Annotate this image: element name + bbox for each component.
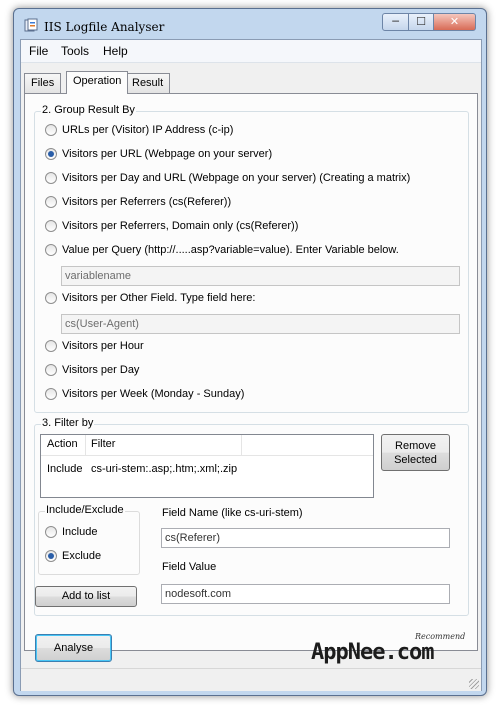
radio-label: Visitors per Other Field. Type field her… bbox=[62, 292, 256, 304]
radio-button-selected[interactable] bbox=[45, 148, 57, 160]
maximize-icon: ☐ bbox=[416, 15, 426, 28]
column-action[interactable]: Action bbox=[47, 438, 78, 450]
radio-label: Exclude bbox=[62, 550, 102, 562]
variable-input[interactable]: variablename bbox=[61, 266, 460, 286]
radio-button[interactable] bbox=[45, 526, 57, 538]
group-by-legend: 2. Group Result By bbox=[41, 104, 136, 116]
tab-files[interactable]: Files bbox=[24, 73, 62, 93]
operation-panel: 2. Group Result By URLs per (Visitor) IP… bbox=[24, 93, 478, 651]
column-divider bbox=[241, 435, 242, 455]
radio-label: Visitors per Hour bbox=[62, 340, 144, 352]
column-filter[interactable]: Filter bbox=[91, 438, 115, 450]
title-bar[interactable]: IIS Logfile Analyser ─ ☐ ✕ bbox=[14, 9, 486, 41]
group-by-section: 2. Group Result By URLs per (Visitor) IP… bbox=[34, 104, 469, 413]
include-exclude-legend: Include/Exclude bbox=[45, 504, 125, 516]
app-icon bbox=[24, 18, 38, 32]
minimize-button[interactable]: ─ bbox=[382, 13, 409, 31]
minimize-icon: ─ bbox=[392, 15, 399, 28]
close-button[interactable]: ✕ bbox=[433, 13, 476, 31]
filter-list[interactable]: Action Filter Include cs-uri-stem:.asp;.… bbox=[40, 434, 374, 498]
radio-button[interactable] bbox=[45, 196, 57, 208]
radio-button[interactable] bbox=[45, 364, 57, 376]
include-exclude-group: Include/Exclude Include Exclude bbox=[38, 504, 140, 575]
radio-label: Visitors per Week (Monday - Sunday) bbox=[62, 388, 245, 400]
filter-list-header: Action Filter bbox=[41, 435, 373, 456]
radio-button[interactable] bbox=[45, 388, 57, 400]
window-title: IIS Logfile Analyser bbox=[44, 20, 165, 34]
filter-legend: 3. Filter by bbox=[41, 417, 95, 429]
radio-button[interactable] bbox=[45, 292, 57, 304]
remove-label-line1: Remove bbox=[395, 440, 436, 452]
radio-label: Include bbox=[62, 526, 98, 538]
radio-button[interactable] bbox=[45, 172, 57, 184]
field-name-label: Field Name (like cs-uri-stem) bbox=[162, 507, 303, 519]
radio-button[interactable] bbox=[45, 220, 57, 232]
menu-bar: File Tools Help bbox=[21, 40, 481, 63]
tab-operation[interactable]: Operation bbox=[66, 71, 129, 94]
radio-button[interactable] bbox=[45, 124, 57, 136]
watermark-brand: AppNee.com bbox=[311, 640, 434, 665]
field-name-input[interactable]: cs(Referer) bbox=[161, 528, 450, 548]
remove-label-line2: Selected bbox=[394, 454, 437, 466]
radio-label: Visitors per URL (Webpage on your server… bbox=[62, 148, 273, 160]
column-divider bbox=[85, 435, 86, 455]
client-area: File Tools Help Files Operation Result 2… bbox=[20, 39, 482, 691]
resize-grip-icon[interactable] bbox=[469, 679, 479, 689]
radio-button[interactable] bbox=[45, 244, 57, 256]
radio-label: Value per Query (http://.....asp?variabl… bbox=[62, 244, 399, 256]
radio-label: Visitors per Day bbox=[62, 364, 140, 376]
radio-label: Visitors per Referrers, Domain only (cs(… bbox=[62, 220, 299, 232]
field-value-input[interactable]: nodesoft.com bbox=[161, 584, 450, 604]
maximize-button[interactable]: ☐ bbox=[408, 13, 434, 31]
add-to-list-button[interactable]: Add to list bbox=[35, 586, 137, 607]
radio-button[interactable] bbox=[45, 340, 57, 352]
menu-file[interactable]: File bbox=[29, 44, 48, 58]
radio-button-selected[interactable] bbox=[45, 550, 57, 562]
row-action[interactable]: Include bbox=[47, 463, 82, 475]
filter-section: 3. Filter by Action Filter Include cs-ur… bbox=[34, 417, 469, 616]
app-window: IIS Logfile Analyser ─ ☐ ✕ File Tools He… bbox=[13, 8, 487, 696]
status-bar bbox=[21, 668, 481, 691]
tab-result[interactable]: Result bbox=[125, 73, 171, 93]
appnee-watermark: Recommend AppNee.com bbox=[311, 632, 465, 665]
close-icon: ✕ bbox=[449, 15, 460, 28]
field-value-label: Field Value bbox=[162, 561, 217, 573]
menu-help[interactable]: Help bbox=[103, 44, 128, 58]
radio-label: Visitors per Day and URL (Webpage on you… bbox=[62, 172, 411, 184]
remove-selected-button[interactable]: Remove Selected bbox=[381, 434, 450, 471]
other-field-input[interactable]: cs(User-Agent) bbox=[61, 314, 460, 334]
radio-label: Visitors per Referrers (cs(Referer)) bbox=[62, 196, 232, 208]
analyse-button[interactable]: Analyse bbox=[35, 634, 112, 662]
row-filter[interactable]: cs-uri-stem:.asp;.htm;.xml;.zip bbox=[91, 463, 237, 475]
menu-tools[interactable]: Tools bbox=[61, 44, 89, 58]
radio-label: URLs per (Visitor) IP Address (c-ip) bbox=[62, 124, 234, 136]
